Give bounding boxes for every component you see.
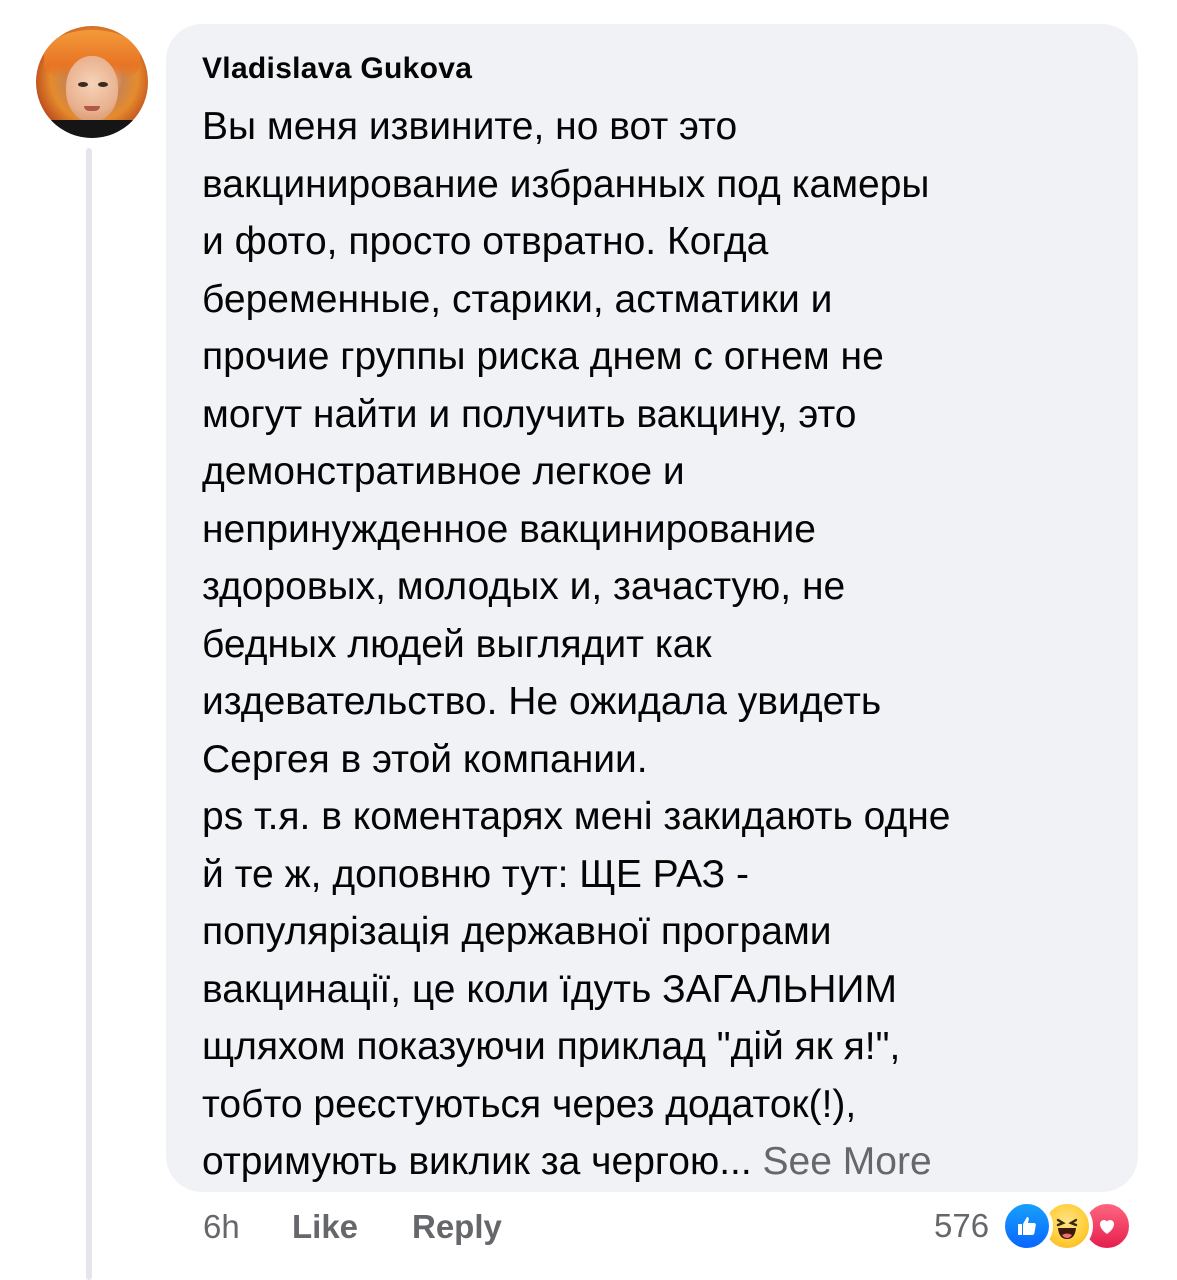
like-button[interactable]: Like [292,1205,358,1249]
comment-line: здоровых, молодых и, зачастую, не [202,565,846,608]
comment-line: ps т.я. в коментарях мені закидають одне [202,795,951,838]
comment-line: вакцинації, це коли їдуть ЗАГАЛЬНИМ [202,967,897,1011]
avatar-face [66,56,118,122]
avatar-eye [78,82,88,87]
reply-button[interactable]: Reply [412,1205,502,1249]
comment-line-last: отримують виклик за чергою... See More [202,1133,1102,1191]
comment-line: Сергея в этой компании. [202,737,648,781]
thumbs-up-glyph [1018,1217,1036,1235]
comment-line: издевательство. Не ожидала увидеть [202,680,882,723]
comment-line: й те ж, доповню тут: ЩЕ РАЗ - [202,852,750,896]
comment-author[interactable]: Vladislava Gukova [202,50,1102,88]
like-icon [1001,1200,1054,1252]
comment-line: беременные, старики, астматики и [202,277,833,321]
comment-line: непринужденное вакцинирование [202,507,816,551]
reaction-count: 576 [934,1207,990,1244]
comment-line: бедных людей выглядит как [202,622,712,666]
comment-line: щляхом показуючи приклад "дій як я!", [202,1025,901,1068]
comment-timestamp[interactable]: 6h [203,1205,240,1249]
avatar-eye [98,82,108,87]
see-more-link[interactable]: See More [763,1140,932,1183]
comment-line: тобто реєстуються через додаток(!), [202,1082,857,1126]
avatar-shoulders [36,120,148,138]
comment-line: демонстративное легкое и [202,450,685,493]
reactions-summary[interactable]: 576 [934,1198,1134,1254]
comment-line: Вы меня извините, но вот это [202,105,738,148]
avatar[interactable] [36,26,148,138]
haha-face-glyph [1056,1218,1078,1239]
comment-bubble: Vladislava Gukova Вы меня извините, но в… [166,24,1138,1192]
thread-line [86,148,92,1280]
comment-line: вакцинирование избранных под камеры [202,162,930,206]
comment-body: Вы меня извините, но вот это вакцинирова… [202,98,1102,1191]
heart-glyph [1100,1220,1115,1234]
comment-line: могут найти и получить вакцину, это [202,392,857,436]
comment-line: и фото, просто отвратно. Когда [202,220,769,263]
comment-line-text: отримують виклик за чергою... [202,1140,752,1183]
comment-line: популярізація державної програми [202,910,832,953]
comment-line: прочие группы риска днем с огнем не [202,335,884,378]
avatar-mouth [84,106,100,111]
